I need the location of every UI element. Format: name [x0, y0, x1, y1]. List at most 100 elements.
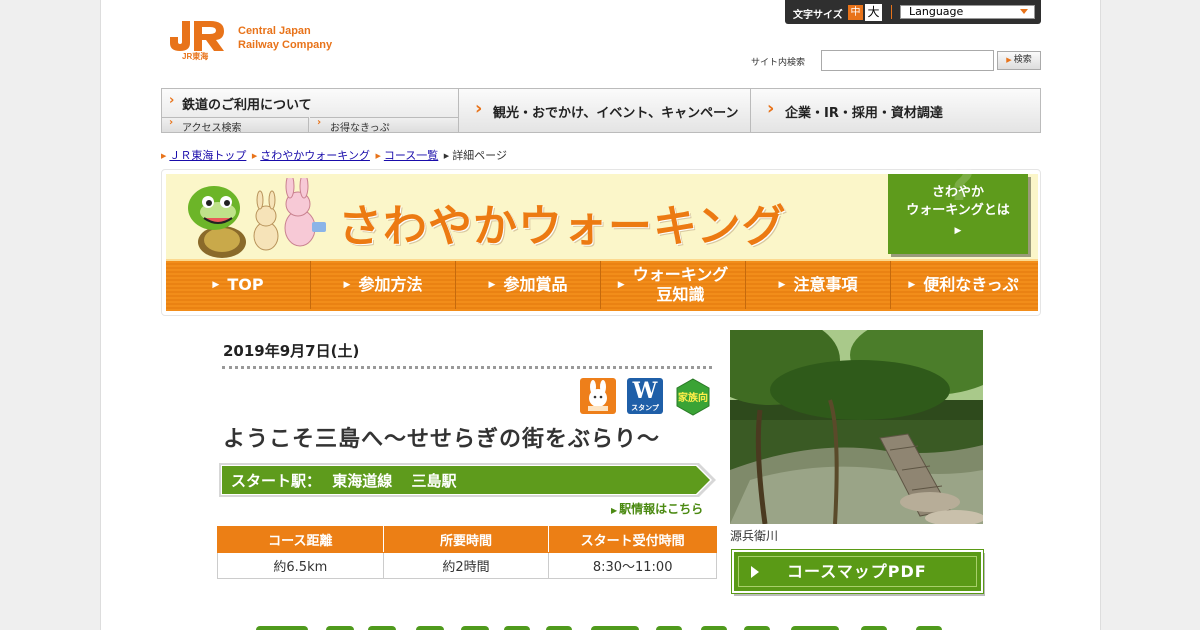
station-info-link[interactable]: ▶ 駅情報はこちら	[611, 500, 703, 517]
bottom-tab[interactable]	[461, 626, 489, 630]
bottom-tab-strip	[256, 626, 956, 630]
question-mark-icon: ?	[946, 154, 976, 212]
triangle-right-icon: ▶	[908, 280, 916, 290]
reception-time-header: スタート受付時間	[548, 526, 717, 553]
breadcrumb-course-list[interactable]: コース一覧	[384, 149, 438, 162]
bottom-tab[interactable]	[416, 626, 444, 630]
table-header-row: コース距離 所要時間 スタート受付時間	[217, 526, 717, 553]
nav-access-search[interactable]: › アクセス検索	[162, 117, 309, 134]
triangle-right-icon: ▶	[251, 152, 258, 160]
start-station-name: 三島駅	[411, 472, 457, 490]
hexagon-badge-icon: 家族向	[676, 378, 710, 416]
triangle-right-icon: ▶	[443, 152, 450, 160]
divider	[891, 5, 892, 19]
banner-menu-prizes-label: 参加賞品	[503, 275, 568, 294]
nav-corporate[interactable]: › 企業・IR・採用・資材調達	[751, 89, 1040, 132]
triangle-right-icon: ▶	[611, 506, 618, 515]
breadcrumb-jr-top[interactable]: ＪＲ東海トップ	[169, 149, 246, 162]
banner-menu-tips[interactable]: ▶ ウォーキング 豆知識	[601, 261, 746, 309]
chevron-right-icon: ›	[169, 93, 175, 108]
banner-header: さわやかウォーキング ? さわやか ウォーキングとは ▶	[166, 154, 1038, 260]
jr-central-logo[interactable]: Central Japan Railway Company JR東海	[166, 17, 356, 65]
banner-menu-top-label: TOP	[227, 275, 264, 294]
triangle-right-icon: ▶	[488, 280, 496, 290]
bottom-tab[interactable]	[744, 626, 770, 630]
bottom-tab[interactable]	[546, 626, 572, 630]
banner-menu-top[interactable]: ▶ TOP	[166, 261, 311, 309]
duration-value: 約2時間	[382, 552, 550, 579]
banner-menu-cautions[interactable]: ▶ 注意事項	[746, 261, 891, 309]
rabbit-icon	[588, 380, 608, 411]
bottom-tab[interactable]	[656, 626, 682, 630]
logo-company-name: Central Japan Railway Company	[238, 25, 333, 51]
banner-menu-tickets[interactable]: ▶ 便利なきっぷ	[891, 261, 1036, 309]
course-info-table: コース距離 所要時間 スタート受付時間 約6.5km 約2時間 8:30～11:…	[217, 526, 717, 579]
banner-menu-how-to-join[interactable]: ▶ 参加方法	[311, 261, 456, 309]
mascot-illustration	[188, 178, 326, 258]
search-button[interactable]: ▶ 検索	[997, 51, 1041, 70]
chevron-right-icon: ›	[317, 117, 322, 128]
nav-rail-usage[interactable]: › 鉄道のご利用について	[162, 89, 458, 116]
nav-sightseeing-label: 観光・おでかけ、イベント、キャンペーン	[493, 106, 739, 121]
start-station-label: スタート駅：	[231, 472, 322, 490]
triangle-right-icon: ▶	[617, 280, 625, 290]
nav-sightseeing[interactable]: › 観光・おでかけ、イベント、キャンペーン	[459, 89, 751, 132]
triangle-right-icon: ▶	[343, 280, 351, 290]
font-size-medium-button[interactable]: 中	[848, 5, 863, 20]
course-distance-value: 約6.5km	[217, 552, 384, 579]
stream-photo-image	[730, 330, 983, 524]
nav-discount-tickets-label: お得なきっぷ	[330, 123, 390, 134]
rabbit-badge-icon	[580, 378, 616, 414]
course-map-pdf-inner: コースマップPDF	[738, 556, 977, 587]
stamp-badge-w: W	[632, 378, 658, 404]
banner-menu-prizes[interactable]: ▶ 参加賞品	[456, 261, 601, 309]
dotted-divider	[222, 366, 712, 370]
bottom-tab[interactable]	[504, 626, 530, 630]
nav-rail-group: › 鉄道のご利用について › アクセス検索 › お得なきっぷ	[162, 89, 459, 134]
stamp-badge-label: スタンプ	[631, 404, 659, 412]
page-container: Central Japan Railway Company JR東海 文字サイズ…	[100, 0, 1101, 630]
course-map-pdf-button[interactable]: コースマップPDF	[731, 549, 984, 594]
table-row: 約6.5km 約2時間 8:30～11:00	[217, 552, 717, 579]
course-map-pdf-label: コースマップPDF	[787, 562, 927, 581]
walking-banner: さわやかウォーキング ? さわやか ウォーキングとは ▶ ▶ TOP ▶ 参加方法 …	[161, 154, 1041, 316]
site-search-input[interactable]	[821, 50, 994, 71]
stamp-badge: W スタンプ	[627, 378, 663, 414]
font-size-large-button[interactable]: 大	[865, 4, 882, 21]
banner-title: さわやかウォーキング	[338, 201, 787, 252]
start-station-line: 東海道線	[332, 472, 393, 490]
nav-corporate-label: 企業・IR・採用・資材調達	[785, 106, 943, 121]
banner-menu-tips-line1: ウォーキング	[632, 265, 729, 284]
breadcrumb-walking[interactable]: さわやかウォーキング	[260, 149, 370, 162]
chevron-right-icon: ›	[169, 117, 174, 128]
about-walking-button[interactable]: ? さわやか ウォーキングとは ▶	[888, 154, 1028, 254]
triangle-right-icon: ▶	[1006, 56, 1012, 64]
nav-discount-tickets[interactable]: › お得なきっぷ	[310, 117, 458, 134]
font-size-label: 文字サイズ	[793, 10, 843, 21]
utility-bar: 文字サイズ 中 大 Language	[785, 0, 1041, 24]
bottom-tab[interactable]	[591, 626, 639, 630]
bottom-tab[interactable]	[701, 626, 727, 630]
chevron-right-icon: ›	[475, 98, 483, 119]
global-nav: › 鉄道のご利用について › アクセス検索 › お得なきっぷ › 観光・おでかけ…	[161, 88, 1041, 134]
breadcrumb: ▶ ＪＲ東海トップ ▶ さわやかウォーキング ▶ コース一覧 ▶ 詳細ページ	[159, 147, 507, 163]
duration-header: 所要時間	[382, 526, 550, 553]
bottom-tab[interactable]	[326, 626, 354, 630]
language-select-label: Language	[909, 5, 964, 18]
search-button-label: 検索	[1013, 55, 1032, 65]
triangle-right-icon	[751, 566, 759, 578]
nav-access-search-label: アクセス検索	[182, 123, 242, 134]
station-info-link-label: 駅情報はこちら	[619, 502, 704, 516]
bottom-tab[interactable]	[861, 626, 887, 630]
bottom-tab[interactable]	[368, 626, 396, 630]
family-badge-label: 家族向	[678, 391, 708, 404]
bottom-tab[interactable]	[256, 626, 308, 630]
bottom-tab[interactable]	[791, 626, 839, 630]
reception-time-value: 8:30～11:00	[548, 552, 717, 579]
language-select[interactable]: Language	[900, 5, 1035, 19]
triangle-right-icon: ▶	[954, 226, 962, 236]
triangle-right-icon: ▶	[778, 280, 786, 290]
start-station-text: スタート駅： 東海道線 三島駅	[231, 470, 457, 491]
bottom-tab[interactable]	[916, 626, 942, 630]
nav-rail-usage-label: 鉄道のご利用について	[182, 98, 312, 113]
